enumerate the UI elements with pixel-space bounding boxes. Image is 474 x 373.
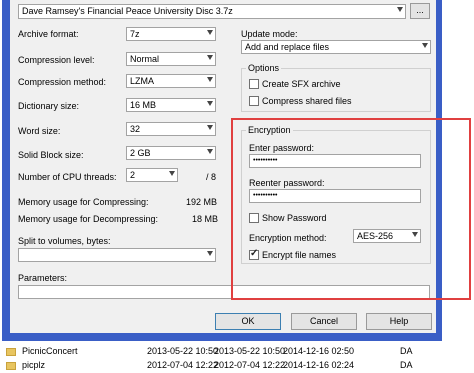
compression-level-value: Normal xyxy=(130,54,160,64)
dictionary-size-value: 16 MB xyxy=(130,100,157,110)
memory-decompress-value: 18 MB xyxy=(192,214,219,224)
archive-path-value: Dave Ramsey's Financial Peace University… xyxy=(22,6,233,16)
chevron-down-icon xyxy=(397,7,403,12)
archive-format-value: 7z xyxy=(130,29,140,39)
word-size-value: 32 xyxy=(130,124,141,134)
help-button[interactable]: Help xyxy=(366,313,432,330)
chevron-down-icon xyxy=(207,30,213,35)
file-name: PicnicConcert xyxy=(22,346,78,356)
compress-shared-checkbox[interactable] xyxy=(249,96,259,106)
file-name: picplz xyxy=(22,360,46,370)
archive-path-combo[interactable]: Dave Ramsey's Financial Peace University… xyxy=(18,4,406,19)
archive-format-label: Archive format: xyxy=(18,29,79,39)
chevron-down-icon xyxy=(207,55,213,60)
memory-compress-label: Memory usage for Compressing: xyxy=(18,197,149,207)
solid-block-size-value: 2 GB xyxy=(130,148,151,158)
chevron-down-icon xyxy=(169,171,175,176)
file-date: 2012-07-04 12:22 xyxy=(214,360,286,370)
cpu-threads-value: 2 xyxy=(130,170,136,180)
compression-method-select[interactable]: LZMA xyxy=(126,74,216,88)
ok-button[interactable]: OK xyxy=(215,313,281,330)
file-date: 2013-05-22 10:50 xyxy=(147,346,219,356)
word-size-select[interactable]: 32 xyxy=(126,122,216,136)
folder-icon xyxy=(6,362,16,370)
update-mode-label: Update mode: xyxy=(241,29,298,39)
parameters-label: Parameters: xyxy=(18,273,68,283)
compression-level-select[interactable]: Normal xyxy=(126,52,216,66)
list-item[interactable]: PicnicConcert 2013-05-22 10:50 2013-05-2… xyxy=(0,346,474,359)
chevron-down-icon xyxy=(207,149,213,154)
dictionary-size-select[interactable]: 16 MB xyxy=(126,98,216,112)
cpu-threads-select[interactable]: 2 xyxy=(126,168,178,182)
chevron-down-icon xyxy=(422,43,428,48)
compress-shared-label: Compress shared files xyxy=(262,96,352,106)
split-volumes-label: Split to volumes, bytes: xyxy=(18,236,111,246)
file-date: 2012-07-04 12:22 xyxy=(147,360,219,370)
create-sfx-label: Create SFX archive xyxy=(262,79,341,89)
file-date: 2014-12-16 02:50 xyxy=(283,346,355,356)
memory-compress-value: 192 MB xyxy=(186,197,218,207)
browse-button[interactable]: ... xyxy=(410,3,430,19)
compression-level-label: Compression level: xyxy=(18,55,95,65)
file-date: 2013-05-22 10:50 xyxy=(214,346,286,356)
cpu-threads-max: / 8 xyxy=(206,172,217,182)
archive-format-select[interactable]: 7z xyxy=(126,27,216,41)
cpu-threads-label: Number of CPU threads: xyxy=(18,172,117,182)
update-mode-value: Add and replace files xyxy=(245,42,330,52)
chevron-down-icon xyxy=(207,251,213,256)
cancel-button[interactable]: Cancel xyxy=(291,313,357,330)
dictionary-size-label: Dictionary size: xyxy=(18,101,80,111)
create-sfx-checkbox[interactable] xyxy=(249,79,259,89)
file-attributes: DA xyxy=(400,360,413,370)
split-volumes-combo[interactable] xyxy=(18,248,216,262)
encryption-highlight-box xyxy=(231,118,471,300)
folder-icon xyxy=(6,348,16,356)
compression-method-label: Compression method: xyxy=(18,77,107,87)
update-mode-select[interactable]: Add and replace files xyxy=(241,40,431,54)
word-size-label: Word size: xyxy=(18,126,61,136)
solid-block-size-select[interactable]: 2 GB xyxy=(126,146,216,160)
chevron-down-icon xyxy=(207,125,213,130)
compression-method-value: LZMA xyxy=(130,76,155,86)
options-title: Options xyxy=(246,63,282,73)
list-item[interactable]: picplz 2012-07-04 12:22 2012-07-04 12:22… xyxy=(0,360,474,373)
chevron-down-icon xyxy=(207,101,213,106)
file-attributes: DA xyxy=(400,346,413,356)
file-date: 2014-12-16 02:24 xyxy=(283,360,355,370)
memory-decompress-label: Memory usage for Decompressing: xyxy=(18,214,159,224)
solid-block-size-label: Solid Block size: xyxy=(18,150,84,160)
chevron-down-icon xyxy=(207,77,213,82)
